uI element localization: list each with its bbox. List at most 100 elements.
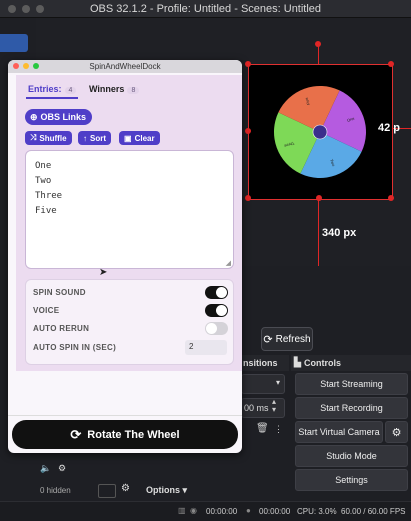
toggle-knob [206, 323, 217, 334]
resize-handle-top-left[interactable] [245, 61, 251, 67]
recording-indicator-icon: ● [246, 506, 251, 515]
shuffle-icon: ⤨ [30, 133, 37, 142]
mixer-layout-button[interactable] [98, 484, 116, 498]
spin-wheel-dock: SpinAndWheelDock Entries: 4 Winners 8 ⊕ OBS… [8, 60, 242, 453]
refresh-icon: ⟳ [263, 333, 273, 346]
transition-duration-input[interactable]: 00 ms [241, 398, 285, 418]
auto-spin-label: AUTO SPIN IN (SEC) [33, 343, 117, 352]
fps-readout: 60.00 / 60.00 FPS [341, 507, 406, 516]
sort-icon: ↑ [83, 133, 87, 143]
start-virtual-camera-button[interactable]: Start Virtual Camera [295, 421, 383, 443]
dock-title: SpinAndWheelDock [89, 62, 161, 71]
tab-entries[interactable]: Entries: 4 [28, 84, 77, 94]
winners-count-badge: 8 [127, 87, 140, 94]
tab-entries-label: Entries: [28, 84, 62, 94]
clear-button[interactable]: ▣ Clear [119, 131, 160, 145]
tab-winners-label: Winners [89, 84, 125, 94]
start-recording-button[interactable]: Start Recording [295, 397, 408, 419]
duration-stepper[interactable]: ▴ ▾ [272, 398, 276, 414]
refresh-button[interactable]: ⟳ Refresh [261, 327, 313, 351]
voice-toggle[interactable] [205, 304, 228, 317]
spin-sound-toggle[interactable] [205, 286, 228, 299]
auto-rerun-label: AUTO RERUN [33, 324, 90, 333]
entry-line: Two [35, 176, 52, 186]
obs-links-label: OBS Links [40, 112, 87, 122]
resize-grip-icon[interactable]: ◢ [226, 259, 231, 267]
cpu-usage: CPU: 3.0% [297, 507, 337, 516]
entry-line: Five [35, 206, 57, 216]
shuffle-button[interactable]: ⤨ Shuffle [25, 131, 72, 145]
controls-dock-icon: ▙ [294, 357, 301, 367]
transitions-header-label: nsitions [243, 358, 278, 368]
divider [8, 415, 242, 416]
auto-rerun-toggle[interactable] [205, 322, 228, 335]
clear-label: Clear [134, 133, 155, 143]
wheel-hub [312, 124, 328, 140]
obs-titlebar: OBS 32.1.2 - Profile: Untitled - Scenes:… [0, 0, 411, 18]
distance-guide-vertical [318, 198, 319, 266]
distance-label-bottom: 340 px [322, 227, 357, 239]
mixer-options-button[interactable]: Options ▾ [146, 485, 187, 496]
wheel-graphic: OneTwoThreeFive [274, 85, 366, 178]
mixer-gear-icon[interactable]: ⚙ [121, 483, 130, 494]
trash-icon[interactable]: 🗑 [256, 423, 269, 434]
resize-handle-bottom-right[interactable] [388, 195, 394, 201]
trash-icon: ▣ [124, 133, 132, 143]
transition-duration-value: 00 ms [244, 403, 269, 413]
resize-handle-left[interactable] [245, 128, 251, 134]
volume-icon[interactable]: 🔈 [40, 463, 51, 474]
resize-handle-top-right[interactable] [388, 61, 394, 67]
toggle-knob [216, 305, 227, 316]
active-tab-indicator [26, 97, 78, 99]
streaming-time: 00:00:00 [206, 507, 238, 516]
entry-line: Three [35, 191, 63, 201]
mixer-options-label: Options [146, 485, 180, 495]
toggle-knob [216, 287, 227, 298]
virtual-camera-settings-button[interactable]: ⚙ [385, 421, 408, 443]
status-bar: ▥ ◉ 00:00:00 ● 00:00:00 CPU: 3.0% 60.00 … [0, 501, 411, 521]
tab-winners[interactable]: Winners 8 [89, 84, 140, 94]
voice-label: VOICE [33, 306, 60, 315]
gear-icon: ⚙ [391, 426, 402, 439]
mixer-settings-icon[interactable]: ⚙ [58, 463, 66, 474]
auto-spin-seconds-input[interactable]: 2 [185, 340, 227, 355]
obs-window-title: OBS 32.1.2 - Profile: Untitled - Scenes:… [89, 3, 322, 15]
transitions-header: nsitions [241, 355, 289, 371]
refresh-label: Refresh [275, 333, 311, 345]
transition-properties-icon[interactable]: ⋮ [274, 424, 283, 435]
transition-select[interactable]: ▾ [241, 374, 285, 394]
network-icon: ▥ [178, 506, 186, 515]
obs-links-button[interactable]: ⊕ OBS Links [25, 109, 92, 125]
link-icon: ⊕ [30, 111, 38, 122]
spin-sound-label: SPIN SOUND [33, 288, 86, 297]
resize-handle-bottom[interactable] [316, 195, 322, 201]
entries-textarea[interactable]: One Two Three Five ◢ [25, 150, 234, 269]
chevron-down-icon: ▾ [182, 485, 188, 495]
studio-mode-button[interactable]: Studio Mode [295, 445, 408, 467]
chevron-down-icon: ▾ [275, 378, 280, 387]
recording-time: 00:00:00 [259, 507, 291, 516]
sort-label: Sort [90, 133, 106, 143]
entries-count-badge: 4 [64, 87, 77, 94]
controls-header-label: Controls [304, 358, 341, 368]
controls-header: ▙ Controls [291, 355, 411, 371]
selected-scene-item[interactable] [0, 34, 28, 52]
refresh-icon: ⟳ [70, 426, 82, 442]
shuffle-label: Shuffle [39, 133, 67, 143]
dock-titlebar: SpinAndWheelDock [8, 60, 242, 73]
settings-panel: SPIN SOUND VOICE AUTO RERUN AUTO SPIN IN… [25, 279, 234, 365]
rotate-wheel-label: Rotate The Wheel [87, 428, 180, 441]
streaming-indicator-icon: ◉ [190, 506, 197, 515]
entry-line: One [35, 161, 52, 171]
start-streaming-button[interactable]: Start Streaming [295, 373, 408, 395]
wheel-source-bounds[interactable]: One Two Three Five [248, 64, 393, 200]
hidden-sources-label: 0 hidden [40, 486, 71, 495]
resize-handle-bottom-left[interactable] [245, 195, 251, 201]
mouse-cursor-icon: ➤ [99, 267, 108, 278]
sort-button[interactable]: ↑ Sort [78, 131, 111, 145]
distance-label-right: 42 p [378, 122, 401, 134]
rotate-handle[interactable] [315, 41, 321, 47]
rotation-guide [318, 44, 319, 66]
rotate-wheel-button[interactable]: ⟳ Rotate The Wheel [12, 420, 238, 449]
settings-button[interactable]: Settings [295, 469, 408, 491]
